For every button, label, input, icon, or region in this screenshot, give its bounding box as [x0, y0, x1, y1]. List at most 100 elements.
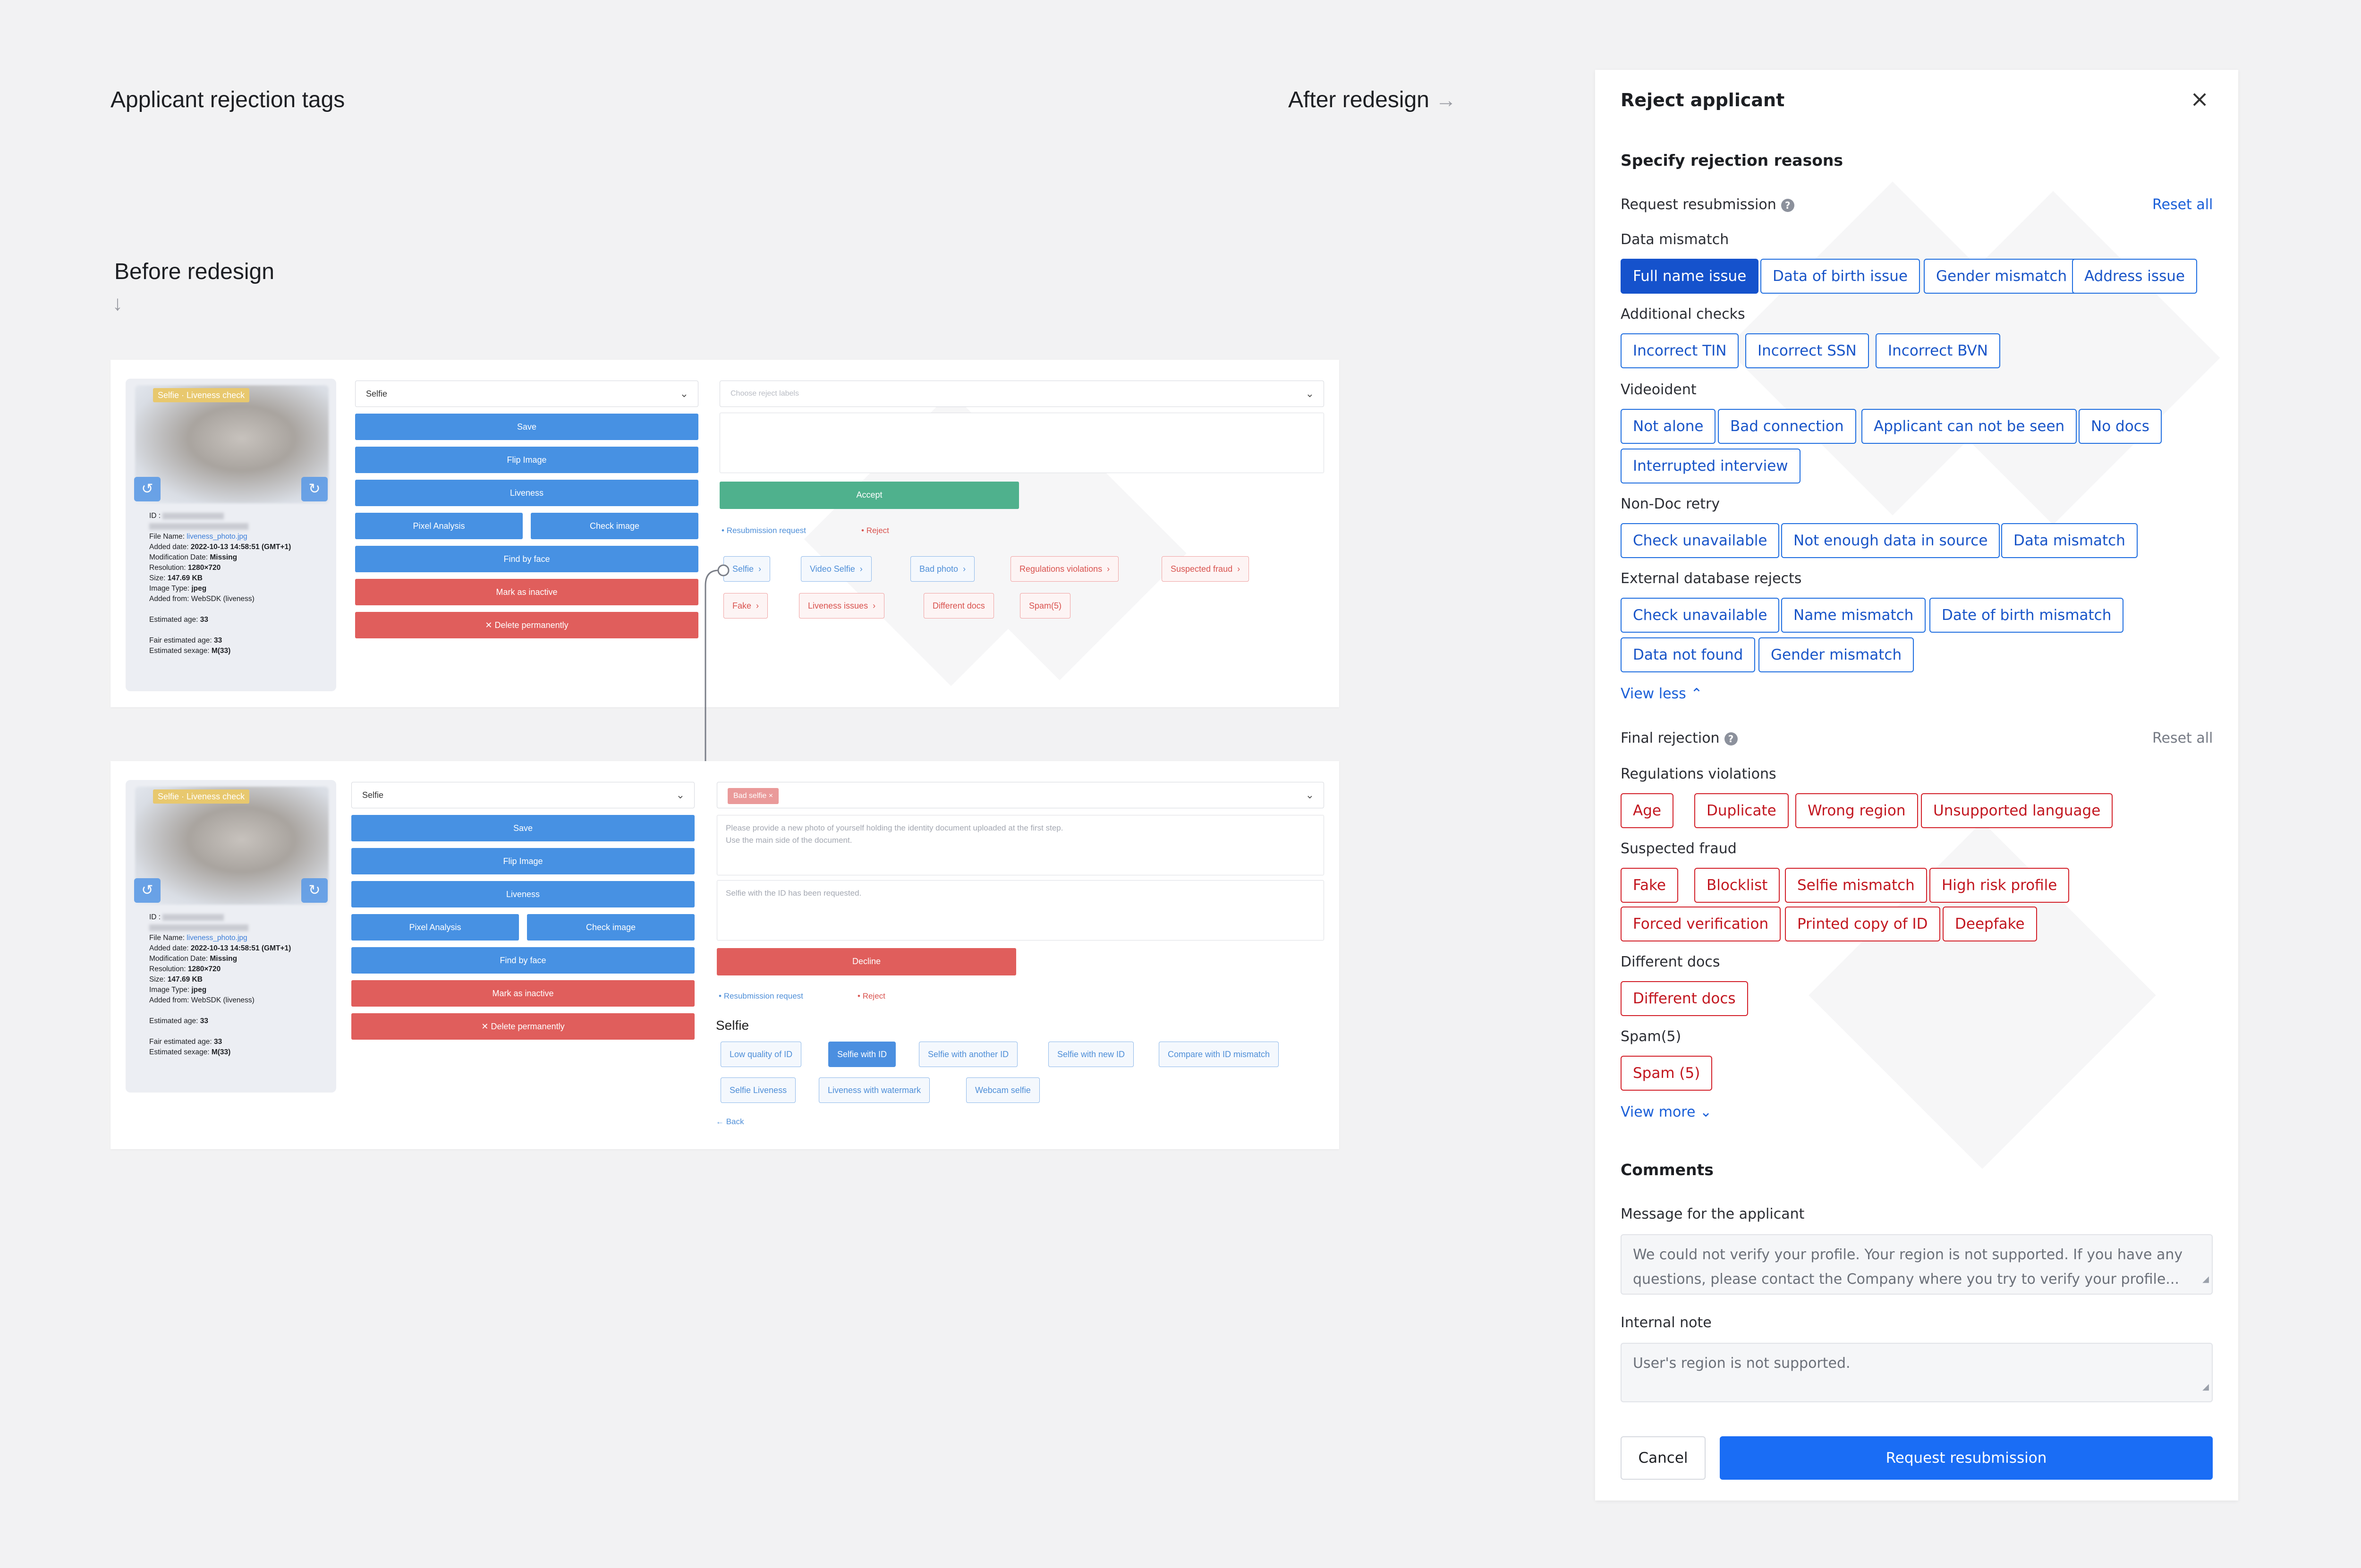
chip-dob-mismatch[interactable]: Date of birth mismatch — [1929, 598, 2124, 633]
chip-high-risk-profile[interactable]: High risk profile — [1929, 868, 2070, 903]
internal-note-textarea[interactable]: Selfie with the ID has been requested. — [717, 880, 1324, 941]
meta-filename-link[interactable]: liveness_photo.jpg — [187, 533, 247, 541]
help-icon[interactable]: ? — [1724, 732, 1738, 746]
internal-note-textarea[interactable]: User's region is not supported. ◢ — [1621, 1343, 2213, 1402]
reject-labels-select[interactable]: Choose reject labels ⌄ — [720, 381, 1324, 407]
tag-bad-photo[interactable]: Bad photo › — [910, 556, 975, 582]
tag-regulations-violations[interactable]: Regulations violations › — [1011, 556, 1119, 582]
chip-check-unavailable[interactable]: Check unavailable — [1621, 523, 1780, 558]
reject-link[interactable]: • Reject — [858, 992, 885, 1001]
tag-selfie-with-id[interactable]: Selfie with ID — [828, 1042, 896, 1067]
delete-permanently-button[interactable]: ✕ Delete permanently — [351, 1013, 695, 1040]
chip-different-docs[interactable]: Different docs — [1621, 981, 1748, 1016]
reset-all-final[interactable]: Reset all — [2152, 730, 2213, 746]
chip-printed-copy[interactable]: Printed copy of ID — [1785, 907, 1940, 941]
chip-incorrect-tin[interactable]: Incorrect TIN — [1621, 333, 1739, 368]
resubmission-link[interactable]: • Resubmission request — [722, 526, 806, 535]
resubmission-link[interactable]: • Resubmission request — [719, 992, 803, 1001]
tag-selfie-another-id[interactable]: Selfie with another ID — [919, 1042, 1018, 1067]
rotate-left-icon[interactable]: ↺ — [134, 477, 161, 501]
applicant-message-textarea[interactable]: Please provide a new photo of yourself h… — [717, 815, 1324, 875]
chip-incorrect-ssn[interactable]: Incorrect SSN — [1745, 333, 1869, 368]
chip-external-gender-mismatch[interactable]: Gender mismatch — [1758, 637, 1914, 672]
chip-age[interactable]: Age — [1621, 793, 1673, 828]
chip-not-enough-data[interactable]: Not enough data in source — [1781, 523, 2000, 558]
tag-different-docs[interactable]: Different docs — [924, 593, 994, 619]
request-resubmission-button[interactable]: Request resubmission — [1720, 1436, 2213, 1480]
chip-deepfake[interactable]: Deepfake — [1943, 907, 2037, 941]
accept-button[interactable]: Accept — [720, 482, 1019, 509]
save-button[interactable]: Save — [351, 815, 695, 841]
chip-interrupted-interview[interactable]: Interrupted interview — [1621, 449, 1800, 483]
delete-permanently-button[interactable]: ✕ Delete permanently — [355, 612, 698, 638]
decline-button[interactable]: Decline — [717, 948, 1016, 975]
select-value: Selfie — [362, 790, 384, 800]
mark-inactive-button[interactable]: Mark as inactive — [351, 980, 695, 1007]
chip-applicant-not-seen[interactable]: Applicant can not be seen — [1861, 409, 2077, 444]
chip-duplicate[interactable]: Duplicate — [1694, 793, 1789, 828]
cancel-button[interactable]: Cancel — [1621, 1436, 1706, 1480]
reset-all-resubmission[interactable]: Reset all — [2152, 196, 2213, 213]
chip-data-not-found[interactable]: Data not found — [1621, 637, 1756, 672]
chip-selfie-mismatch[interactable]: Selfie mismatch — [1785, 868, 1927, 903]
rotate-right-icon[interactable]: ↻ — [301, 878, 328, 903]
resize-grip-icon[interactable]: ◢ — [2202, 1267, 2209, 1292]
resize-grip-icon[interactable]: ◢ — [2202, 1375, 2209, 1399]
check-image-button[interactable]: Check image — [531, 513, 698, 539]
find-by-face-button[interactable]: Find by face — [355, 546, 698, 572]
message-textarea[interactable]: We could not verify your profile. Your r… — [1621, 1234, 2213, 1295]
reject-link[interactable]: • Reject — [861, 526, 889, 535]
mark-inactive-button[interactable]: Mark as inactive — [355, 579, 698, 605]
tag-suspected-fraud[interactable]: Suspected fraud › — [1162, 556, 1249, 582]
chip-no-docs[interactable]: No docs — [2079, 409, 2162, 444]
flip-image-button[interactable]: Flip Image — [351, 848, 695, 874]
liveness-button[interactable]: Liveness — [351, 881, 695, 907]
tag-selfie-liveness[interactable]: Selfie Liveness — [721, 1077, 796, 1103]
chip-full-name-issue[interactable]: Full name issue — [1621, 259, 1759, 294]
pixel-analysis-button[interactable]: Pixel Analysis — [351, 914, 519, 941]
chip-date-of-birth-issue[interactable]: Data of birth issue — [1760, 259, 1920, 294]
chip-address-issue[interactable]: Address issue — [2072, 259, 2197, 294]
comment-textarea[interactable] — [720, 413, 1324, 473]
find-by-face-button[interactable]: Find by face — [351, 947, 695, 974]
chip-incorrect-bvn[interactable]: Incorrect BVN — [1876, 333, 2000, 368]
save-button[interactable]: Save — [355, 414, 698, 440]
tag-webcam-selfie[interactable]: Webcam selfie — [966, 1077, 1040, 1103]
document-type-select[interactable]: Selfie ⌄ — [355, 381, 698, 407]
check-image-button[interactable]: Check image — [527, 914, 695, 941]
chip-gender-mismatch[interactable]: Gender mismatch — [1924, 259, 2080, 294]
selected-label-chip[interactable]: Bad selfie × — [728, 788, 779, 804]
close-icon[interactable]: × — [2190, 86, 2209, 112]
chip-spam[interactable]: Spam (5) — [1621, 1056, 1713, 1091]
chip-blocklist[interactable]: Blocklist — [1694, 868, 1780, 903]
chip-unsupported-language[interactable]: Unsupported language — [1921, 793, 2113, 828]
rotate-right-icon[interactable]: ↻ — [301, 477, 328, 501]
rotate-left-icon[interactable]: ↺ — [134, 878, 161, 903]
tag-selfie-new-id[interactable]: Selfie with new ID — [1048, 1042, 1134, 1067]
chip-data-mismatch[interactable]: Data mismatch — [2001, 523, 2138, 558]
tag-video-selfie[interactable]: Video Selfie › — [801, 556, 872, 582]
view-more-link[interactable]: View more ⌄ — [1621, 1104, 1712, 1120]
meta-filename-link[interactable]: liveness_photo.jpg — [187, 934, 247, 942]
chip-name-mismatch[interactable]: Name mismatch — [1781, 598, 1926, 633]
tag-liveness-issues[interactable]: Liveness issues › — [799, 593, 885, 619]
view-less-link[interactable]: View less ⌃ — [1621, 686, 1702, 702]
reject-labels-select[interactable]: Bad selfie × ⌄ — [717, 782, 1324, 808]
tag-compare-id-mismatch[interactable]: Compare with ID mismatch — [1159, 1042, 1279, 1067]
pixel-analysis-button[interactable]: Pixel Analysis — [355, 513, 523, 539]
tag-spam[interactable]: Spam(5) — [1020, 593, 1071, 619]
chip-fake[interactable]: Fake — [1621, 868, 1678, 903]
chip-forced-verification[interactable]: Forced verification — [1621, 907, 1781, 941]
document-type-select[interactable]: Selfie ⌄ — [351, 782, 695, 808]
liveness-button[interactable]: Liveness — [355, 480, 698, 506]
chip-not-alone[interactable]: Not alone — [1621, 409, 1716, 444]
flip-image-button[interactable]: Flip Image — [355, 447, 698, 473]
meta-age-value: 33 — [200, 1017, 208, 1025]
tag-low-quality-id[interactable]: Low quality of ID — [721, 1042, 802, 1067]
help-icon[interactable]: ? — [1781, 198, 1794, 212]
chip-wrong-region[interactable]: Wrong region — [1795, 793, 1918, 828]
back-link[interactable]: ← Back — [716, 1117, 744, 1127]
chip-external-check-unavailable[interactable]: Check unavailable — [1621, 598, 1780, 633]
chip-bad-connection[interactable]: Bad connection — [1718, 409, 1856, 444]
tag-liveness-watermark[interactable]: Liveness with watermark — [819, 1077, 930, 1103]
